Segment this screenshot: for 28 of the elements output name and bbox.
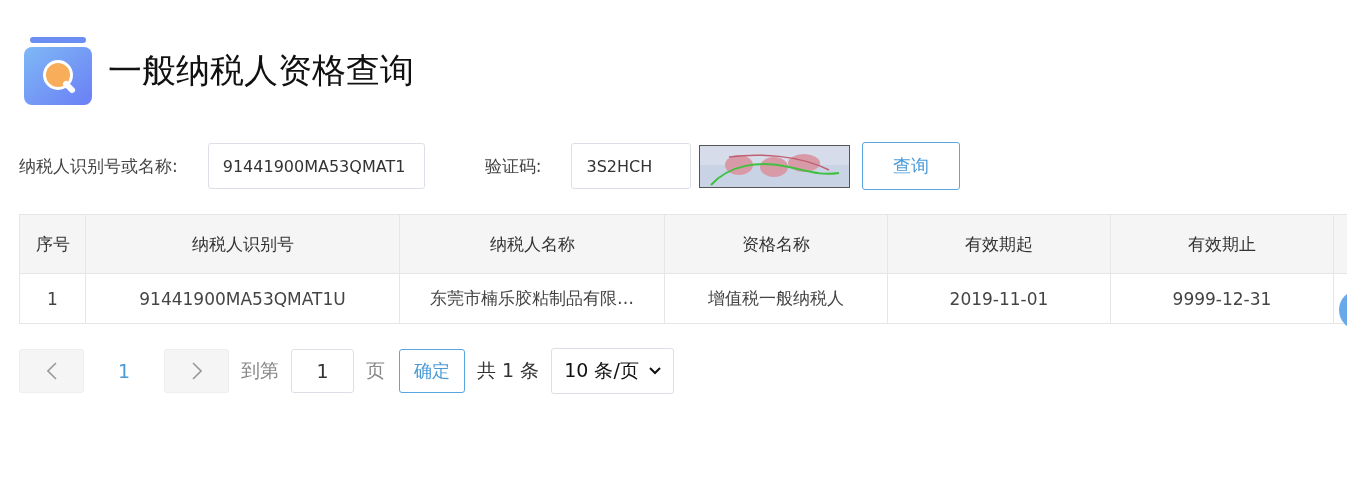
chevron-left-icon: [46, 362, 57, 380]
previous-page-button[interactable]: [19, 349, 84, 393]
table-cell: 增值税一般纳税人: [664, 273, 888, 324]
page-input[interactable]: 1: [291, 349, 354, 393]
table-cell: 2019-11-01: [887, 273, 1111, 324]
search-folder-icon: [24, 37, 92, 105]
field-label: 验证码:: [484, 154, 542, 178]
column-header: 序号: [19, 214, 86, 274]
page-unit-label: 页: [366, 358, 385, 383]
captcha-field[interactable]: 3S2HCH: [571, 143, 692, 189]
next-page-button[interactable]: [164, 349, 229, 393]
table-cell: 1: [19, 273, 86, 324]
column-header: 纳税人名称: [399, 214, 665, 274]
total-count: 共 1 条: [477, 358, 540, 383]
field-label: 纳税人识别号或名称:: [19, 154, 178, 178]
chevron-right-icon: [191, 362, 202, 380]
goto-label: 到第: [241, 358, 279, 383]
column-header: 纳税人识别号: [85, 214, 400, 274]
column-header: 有效期起: [887, 214, 1111, 274]
column-header: 有效期止: [1110, 214, 1334, 274]
table-cell: 东莞市楠乐胶粘制品有限…: [399, 273, 665, 324]
column-header: 资格名称: [664, 214, 888, 274]
page-size-select[interactable]: 10 条/页: [551, 348, 674, 394]
page-title: 一般纳税人资格查询: [108, 49, 414, 92]
taxpayer-id-field[interactable]: 91441900MA53QMAT1: [207, 143, 425, 189]
table-cell: 9999-12-31: [1110, 273, 1334, 324]
caret-icon: [648, 367, 661, 375]
table-cell: 91441900MA53QMAT1U: [85, 273, 400, 324]
